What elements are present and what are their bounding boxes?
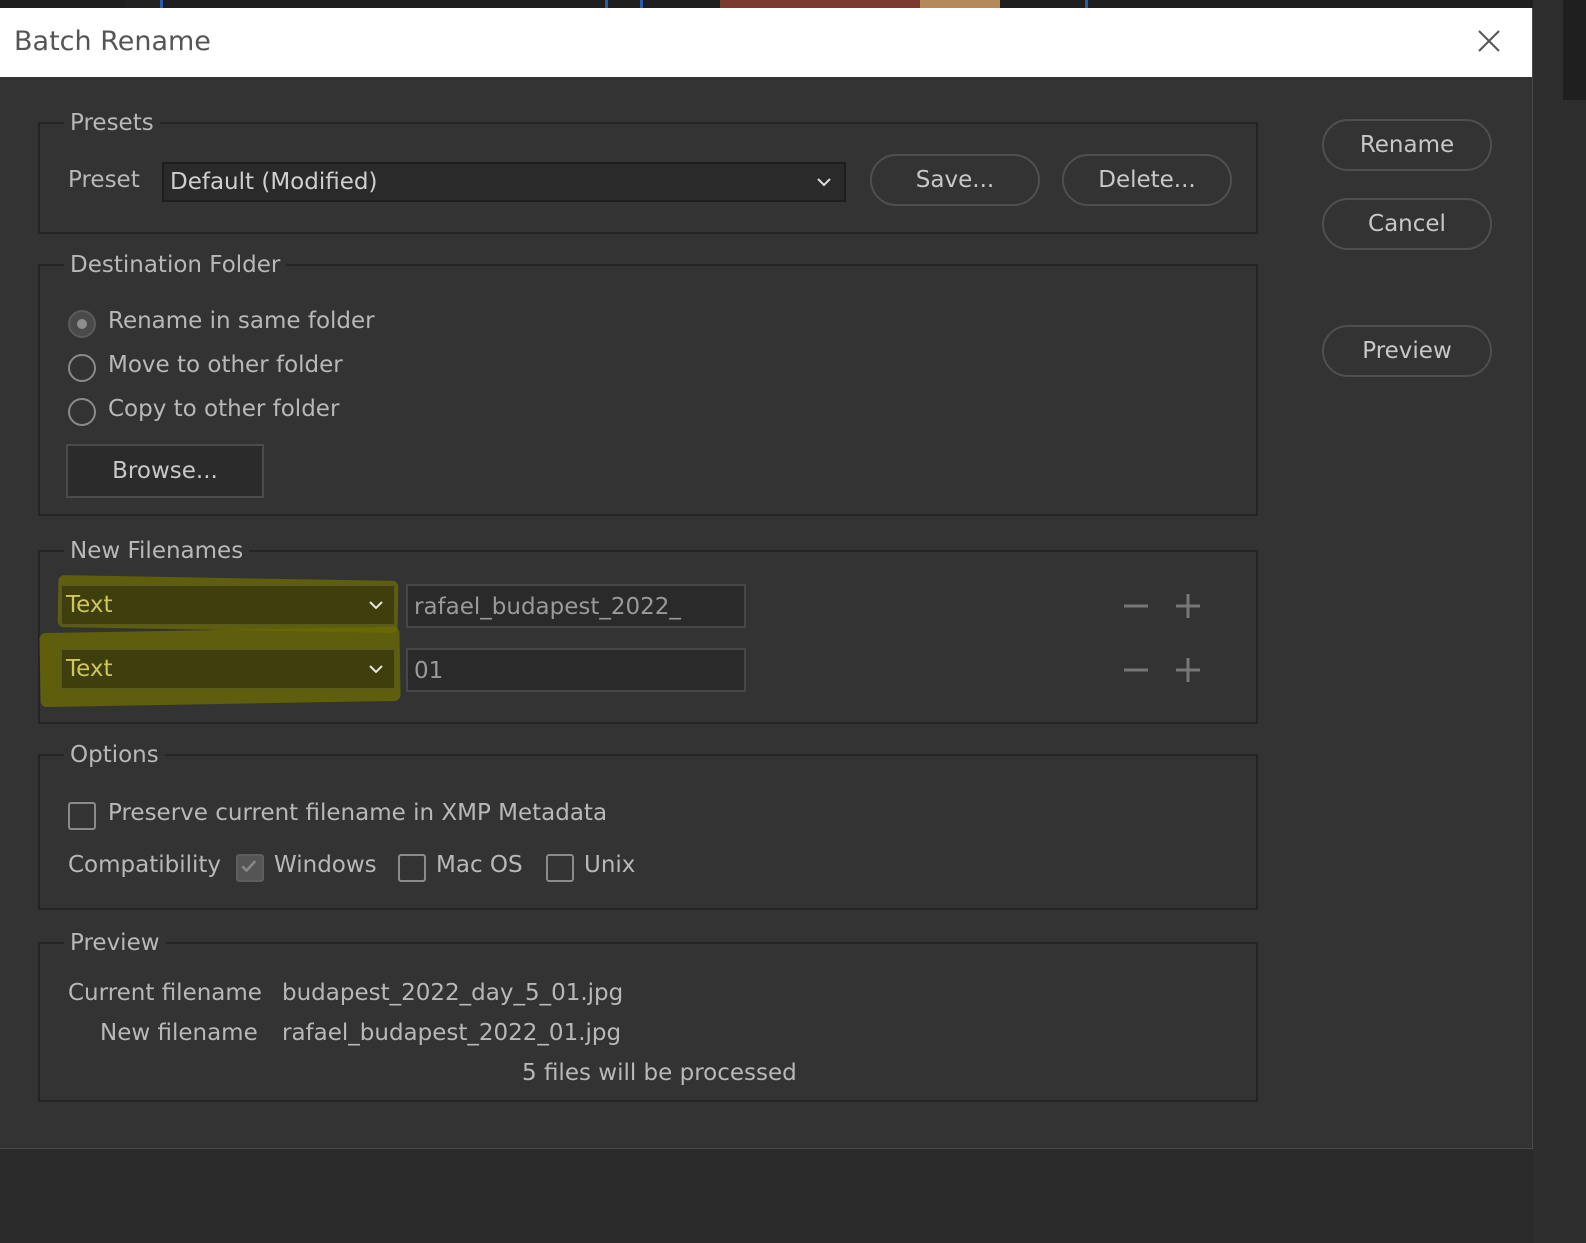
options-group: Options Preserve current filename in XMP… (38, 742, 1258, 910)
check-icon (241, 860, 257, 873)
save-preset-button[interactable]: Save... (870, 154, 1040, 206)
filename-type-select[interactable]: Text (60, 584, 396, 626)
filename-text-input[interactable]: 01 (406, 648, 746, 692)
filename-type-select[interactable]: Text (60, 648, 396, 690)
preview-legend: Preview (64, 930, 166, 956)
chevron-down-icon (369, 665, 383, 674)
new-filenames-legend: New Filenames (64, 538, 250, 564)
new-filenames-group: New Filenames Text rafael_budapest_2022_… (38, 538, 1258, 724)
new-filename-value: rafael_budapest_2022_01.jpg (282, 1020, 622, 1046)
browse-button[interactable]: Browse... (66, 444, 264, 498)
current-filename-label: Current filename (68, 980, 262, 1006)
preserve-filename-label[interactable]: Preserve current filename in XMP Metadat… (108, 800, 607, 826)
filename-type-value: Text (66, 592, 113, 618)
unix-label[interactable]: Unix (584, 852, 635, 878)
close-icon[interactable] (1474, 26, 1504, 56)
filename-text-input[interactable]: rafael_budapest_2022_ (406, 584, 746, 628)
preset-label: Preset (68, 167, 140, 193)
move-other-folder-radio[interactable] (68, 354, 96, 382)
current-filename-value: budapest_2022_day_5_01.jpg (282, 980, 624, 1006)
title-bar: Batch Rename (0, 8, 1532, 77)
background-thumbnail-strip (0, 0, 1586, 8)
cancel-button[interactable]: Cancel (1322, 198, 1492, 250)
macos-label[interactable]: Mac OS (436, 852, 523, 878)
preset-select[interactable]: Default (Modified) (162, 162, 846, 202)
rename-same-folder-radio[interactable] (68, 310, 96, 338)
preview-group: Preview Current filename budapest_2022_d… (38, 930, 1258, 1102)
remove-row-icon[interactable] (1122, 592, 1150, 620)
preset-select-value: Default (Modified) (170, 169, 378, 195)
preview-button[interactable]: Preview (1322, 325, 1492, 377)
new-filename-label: New filename (100, 1020, 258, 1046)
add-row-icon[interactable] (1174, 656, 1202, 684)
destination-legend: Destination Folder (64, 252, 287, 278)
chevron-down-icon (369, 601, 383, 610)
background-panel (1533, 0, 1586, 1243)
destination-folder-group: Destination Folder Rename in same folder… (38, 252, 1258, 516)
dialog-title: Batch Rename (14, 26, 211, 57)
windows-label[interactable]: Windows (274, 852, 377, 878)
remove-row-icon[interactable] (1122, 656, 1150, 684)
filename-type-value: Text (66, 656, 113, 682)
windows-checkbox[interactable] (236, 854, 264, 882)
rename-button[interactable]: Rename (1322, 119, 1492, 171)
macos-checkbox[interactable] (398, 854, 426, 882)
presets-group: Presets Preset Default (Modified) Save..… (38, 110, 1258, 234)
options-legend: Options (64, 742, 165, 768)
chevron-down-icon (817, 178, 831, 187)
rename-same-folder-label[interactable]: Rename in same folder (108, 308, 375, 334)
presets-legend: Presets (64, 110, 160, 136)
add-row-icon[interactable] (1174, 592, 1202, 620)
copy-other-folder-radio[interactable] (68, 398, 96, 426)
copy-other-folder-label[interactable]: Copy to other folder (108, 396, 339, 422)
delete-preset-button[interactable]: Delete... (1062, 154, 1232, 206)
files-processed-summary: 5 files will be processed (522, 1060, 797, 1086)
unix-checkbox[interactable] (546, 854, 574, 882)
batch-rename-dialog: Batch Rename Rename Cancel Preview Prese… (0, 8, 1533, 1149)
move-other-folder-label[interactable]: Move to other folder (108, 352, 343, 378)
preserve-filename-checkbox[interactable] (68, 802, 96, 830)
compatibility-label: Compatibility (68, 852, 222, 878)
